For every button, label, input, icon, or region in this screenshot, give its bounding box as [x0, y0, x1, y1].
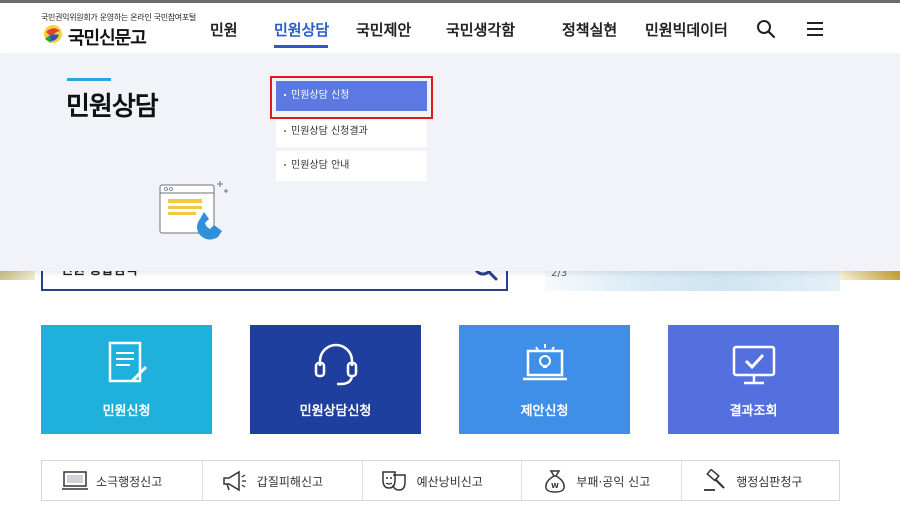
quick-menu-label: 결과조회 — [729, 404, 778, 419]
monitor-icon — [62, 471, 88, 490]
logo-name: 국민신문고 — [68, 28, 147, 49]
report-item-budget-waste[interactable]: 예산낭비신고 — [361, 461, 522, 500]
quick-menu-apply[interactable]: 민원신청 — [41, 325, 212, 434]
mega-menu-title: 민원상담 — [66, 92, 159, 122]
mega-menu-panel: 민원상담 민원상담 신청 민원상담 신청결과 민원상담 안내 — [0, 53, 900, 271]
site-logo[interactable]: 국민권익위원회가 운영하는 온라인 국민참여포털 국민신문고 — [41, 12, 216, 52]
bullet-dot — [284, 130, 286, 132]
nav-item-consultation[interactable]: 민원상담 — [274, 19, 329, 40]
nav-item-public-opinion[interactable]: 국민생각함 — [446, 19, 515, 40]
report-item-power-abuse[interactable]: 갑질피해신고 — [201, 461, 362, 500]
report-item-label: 갑질피해신고 — [256, 475, 324, 489]
mega-link-consultation-result[interactable]: 민원상담 신청결과 — [276, 117, 427, 147]
quick-menu-label: 민원상담신청 — [299, 404, 372, 419]
report-item-label: 부패·공익 신고 — [576, 475, 651, 489]
logo-emblem-icon — [44, 25, 62, 43]
quick-menu-proposal[interactable]: 제안신청 — [459, 325, 630, 434]
monitor-check-icon — [732, 345, 776, 385]
headset-icon — [314, 343, 358, 386]
report-item-admin-appeal[interactable]: 행정심판청구 — [681, 461, 841, 500]
logo-tagline: 국민권익위원회가 운영하는 온라인 국민참여포털 — [41, 13, 196, 22]
money-bag-icon: W — [545, 470, 566, 493]
mega-menu-accent-bar — [67, 78, 111, 81]
svg-text:W: W — [552, 482, 560, 490]
highlight-annotation-box — [270, 76, 433, 119]
quick-menu-result[interactable]: 결과조회 — [668, 325, 839, 434]
document-pen-icon — [108, 341, 148, 383]
mega-link-label: 민원상담 안내 — [291, 160, 350, 171]
search-icon[interactable] — [756, 19, 776, 39]
nav-item-proposal[interactable]: 국민제안 — [356, 19, 411, 40]
megaphone-icon — [223, 470, 246, 492]
call-document-icon — [159, 181, 228, 240]
theater-mask-icon — [381, 471, 406, 491]
report-item-label: 예산낭비신고 — [416, 475, 483, 489]
report-item-corruption[interactable]: W 부패·공익 신고 — [521, 461, 681, 500]
gavel-icon — [704, 469, 725, 491]
hamburger-menu-icon[interactable] — [806, 20, 824, 38]
quick-menu-label: 민원신청 — [102, 404, 151, 419]
nav-item-big-data[interactable]: 민원빅데이터 — [645, 19, 728, 40]
mega-link-label: 민원상담 신청결과 — [291, 126, 368, 137]
nav-item-civil-complaint[interactable]: 민원 — [210, 19, 238, 40]
report-item-passive-admin[interactable]: 소극행정신고 — [42, 461, 202, 500]
quick-menu-consultation[interactable]: 민원상담신청 — [250, 325, 421, 434]
nav-item-policy[interactable]: 정책실현 — [562, 19, 617, 40]
report-item-label: 행정심판청구 — [736, 475, 803, 489]
mega-link-consultation-guide[interactable]: 민원상담 안내 — [276, 151, 427, 181]
quick-menu-label: 제안신청 — [520, 404, 569, 419]
report-menu-bar: 소극행정신고 갑질피해신고 예산낭비신고 W 부패·공익 신고 행정심판청구 — [41, 460, 840, 501]
lightbulb-laptop-icon — [523, 344, 567, 381]
report-item-label: 소극행정신고 — [96, 475, 163, 489]
bullet-dot — [284, 164, 286, 166]
nav-active-indicator — [274, 45, 328, 48]
site-header: 국민권익위원회가 운영하는 온라인 국민참여포털 국민신문고 민원 민원상담 국… — [0, 3, 900, 53]
